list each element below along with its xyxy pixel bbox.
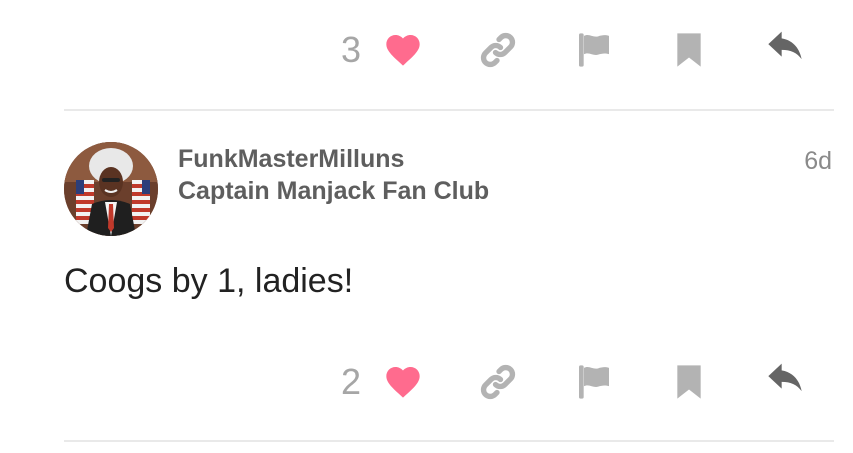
like-count[interactable]: 3 — [336, 28, 366, 72]
flag-icon[interactable] — [574, 362, 614, 402]
heart-icon[interactable] — [383, 362, 423, 402]
avatar[interactable] — [64, 142, 158, 236]
post-body: Coogs by 1, ladies! — [64, 262, 354, 300]
username[interactable]: FunkMasterMilluns — [178, 144, 404, 174]
flag-icon[interactable] — [574, 30, 614, 70]
link-icon[interactable] — [478, 362, 518, 402]
heart-icon[interactable] — [383, 30, 423, 70]
bookmark-icon[interactable] — [669, 30, 709, 70]
like-count[interactable]: 2 — [336, 360, 366, 404]
reply-icon[interactable] — [765, 30, 805, 70]
post-divider — [64, 440, 834, 442]
bookmark-icon[interactable] — [669, 362, 709, 402]
link-icon[interactable] — [478, 30, 518, 70]
post-header: FunkMasterMilluns Captain Manjack Fan Cl… — [0, 140, 853, 240]
group-name[interactable]: Captain Manjack Fan Club — [178, 176, 489, 206]
post-actions: 2 — [0, 352, 853, 412]
reply-icon[interactable] — [765, 362, 805, 402]
topic-page: 3 FunkMasterMilluns Captain Manjack Fan … — [0, 0, 853, 453]
post-actions-previous: 3 — [0, 20, 853, 80]
post-age[interactable]: 6d — [804, 146, 832, 176]
post-divider — [64, 109, 834, 111]
